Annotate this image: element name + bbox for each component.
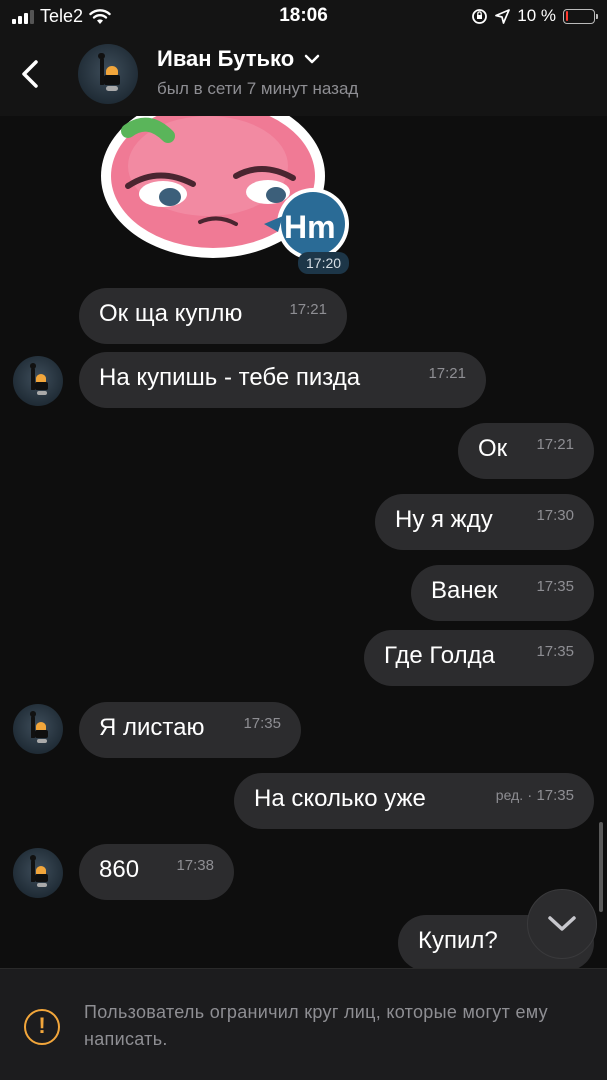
warning-icon: ! — [24, 1009, 60, 1045]
battery-level — [565, 11, 569, 21]
status-icons: 10 % — [471, 6, 598, 26]
chat-header: Иван Бутько был в сети 7 минут назад — [0, 36, 607, 116]
chevron-down-icon — [304, 54, 320, 64]
message-time: 17:35 — [243, 715, 281, 732]
sticker-time: 17:20 — [298, 252, 350, 274]
message-bubble[interactable]: Где Голда 17:35 — [364, 630, 594, 686]
contact-name-button[interactable]: Иван Бутько — [157, 46, 320, 72]
message-list[interactable]: Hm 17:20 Ок ща куплю 17:21 На купишь - т… — [0, 116, 607, 968]
back-icon[interactable] — [14, 52, 48, 96]
message-bubble[interactable]: На сколько уже ред. · 17:35 — [234, 773, 594, 829]
message-text: Я листаю — [99, 714, 205, 741]
message-time: 17:35 — [536, 578, 574, 595]
write-restriction-banner: ! Пользователь ограничил круг лиц, котор… — [0, 968, 607, 1080]
message-time: 17:30 — [536, 507, 574, 524]
orientation-lock-icon — [472, 8, 488, 24]
location-icon — [495, 8, 511, 24]
message-bubble[interactable]: 860 17:38 — [79, 844, 234, 900]
message-text: Купил? — [418, 927, 498, 954]
message-text: На сколько уже — [254, 785, 426, 812]
message-bubble[interactable]: Я листаю 17:35 — [79, 702, 301, 758]
last-seen-status: был в сети 7 минут назад — [157, 79, 359, 98]
message-time: 17:21 — [536, 436, 574, 453]
status-bar: Tele2 18:06 10 % — [0, 0, 607, 36]
message-time: 17:35 — [536, 643, 574, 660]
message-text: Ок ща куплю — [99, 300, 243, 327]
message-time: 17:21 — [428, 365, 466, 382]
sender-avatar[interactable] — [13, 356, 63, 406]
message-text: На купишь - тебе пизда — [99, 364, 361, 391]
message-text: Где Голда — [384, 642, 495, 669]
scrollbar[interactable] — [599, 822, 603, 912]
contact-avatar[interactable] — [78, 44, 138, 104]
message-time: 17:38 — [176, 857, 214, 874]
raspberry-sticker[interactable]: Hm — [88, 116, 358, 266]
message-text: Ванек — [431, 577, 498, 604]
chevron-down-icon — [548, 916, 576, 931]
restriction-notice: Пользователь ограничил круг лиц, которые… — [84, 1002, 548, 1049]
message-meta: ред. · 17:35 — [495, 787, 574, 804]
message-bubble[interactable]: Ок ща куплю 17:21 — [79, 288, 347, 344]
message-bubble[interactable]: Ну я жду 17:30 — [375, 494, 594, 550]
contact-name: Иван Бутько — [157, 46, 295, 71]
message-time: 17:21 — [289, 301, 327, 318]
message-bubble[interactable]: На купишь - тебе пизда 17:21 — [79, 352, 486, 408]
battery-percent: 10 % — [517, 6, 556, 25]
message-text: Ок — [478, 435, 508, 462]
sender-avatar[interactable] — [13, 704, 63, 754]
message-text: 860 — [99, 856, 140, 883]
battery-icon — [563, 8, 598, 24]
sender-avatar[interactable] — [13, 848, 63, 898]
message-bubble[interactable]: Ок 17:21 — [458, 423, 594, 479]
message-text: Ну я жду — [395, 506, 493, 533]
message-bubble[interactable]: Ванек 17:35 — [411, 565, 594, 621]
message-time: 17:35 — [536, 787, 574, 804]
edited-label: ред. — [495, 787, 524, 803]
scroll-down-button[interactable] — [527, 889, 597, 959]
sticker-caption: Hm — [284, 209, 336, 245]
